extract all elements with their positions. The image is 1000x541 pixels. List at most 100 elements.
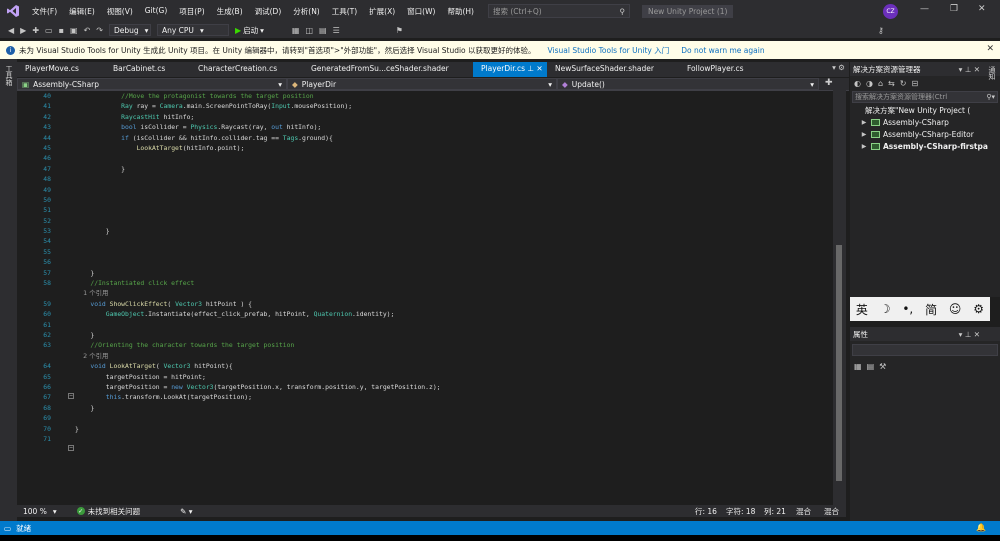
project-node[interactable]: ▶ Assembly-CSharp [850,116,1000,128]
property-pages-icon[interactable]: ⚒ [879,362,886,371]
minimize-icon[interactable]: — [920,4,929,14]
start-button[interactable]: ▶ 启动 ▾ [235,25,264,36]
tab-label: PlayerDir.cs [481,64,526,73]
menu-item[interactable]: 编辑(E) [63,6,101,17]
menu-item[interactable]: 工具(T) [326,6,363,17]
solution-explorer-title: 解决方案资源管理器 [853,64,921,74]
back-icon[interactable]: ◀ [8,26,14,35]
menu-item[interactable]: 调试(D) [249,6,288,17]
code-line: } [75,164,126,173]
tab-close-icon[interactable]: ⊥ ✕ [525,64,542,73]
expand-arrow-icon[interactable]: ▶ [860,119,868,126]
menu-item[interactable]: Git(G) [139,6,174,17]
solution-search-input[interactable]: 搜索解决方案资源管理器(Ctrl ⚲▾ [852,91,998,103]
codelens-reference[interactable]: 1 个引用 [75,288,833,298]
maximize-icon[interactable]: ❐ [950,4,958,14]
editor-scrollbar[interactable] [833,79,846,505]
ime-button[interactable]: •, [902,302,913,316]
close-icon[interactable]: ✕ [986,44,994,54]
project-select[interactable]: ▣ Assembly-CSharp ▾ [17,78,287,90]
open-folder-icon[interactable]: ▭ [45,26,53,35]
avatar[interactable]: CZ [883,4,898,19]
ime-button[interactable]: ⚙ [973,302,984,316]
save-all-icon[interactable]: ▣ [70,26,78,35]
menu-item[interactable]: 扩展(X) [363,6,401,17]
redo-icon[interactable]: ↷ [96,26,103,35]
home-icon[interactable]: ⌂ [878,79,883,88]
collapse-icon[interactable]: − [68,393,74,399]
panel-pin-icon[interactable]: ▾ ⊥ ✕ [959,330,1000,339]
menu-item[interactable]: 帮助(H) [441,6,480,17]
toolbar-icon-c[interactable]: ▤ [319,26,327,35]
menu-item[interactable]: 窗口(W) [401,6,441,17]
line-ending[interactable]: 混合 [824,506,839,517]
solution-explorer-toolbar: ◐ ◑ ⌂ ⇆ ↻ ⊟ [850,76,1000,90]
project-node[interactable]: ▶ Assembly-CSharp-Editor [850,128,1000,140]
tab-charactercreation-cs[interactable]: CharacterCreation.cs [190,62,303,77]
toolbox-tab[interactable]: 工具箱 [4,65,14,86]
toolbar-icon-a[interactable]: ▦ [292,26,300,35]
notifications-tab[interactable]: 通知 [987,66,997,80]
menu-item[interactable]: 生成(B) [211,6,249,17]
member-select[interactable]: ◆ Update() ▾ [557,78,819,90]
code-line: } [75,268,95,277]
tabs-mode[interactable]: 混合 [796,506,811,517]
class-select[interactable]: ◆ PlayerDir ▾ [287,78,557,90]
platform-select[interactable]: Any CPU ▾ [156,24,229,36]
codelens-reference[interactable]: 2 个引用 [75,351,833,361]
tab-barcabinet-cs[interactable]: BarCabinet.cs [105,62,190,77]
menu-item[interactable]: 项目(P) [173,6,210,17]
bookmark-icon[interactable]: ⚑ [396,26,403,35]
categorized-icon[interactable]: ▦ [854,362,862,371]
solution-node[interactable]: 解决方案"New Unity Project ( [850,104,1000,116]
toolbar-icon-d[interactable]: ☰ [333,26,340,35]
live-share-icon[interactable]: ⚷ [878,26,884,35]
tab-generatedfromsu-ceshader-shader[interactable]: GeneratedFromSu...ceShader.shader [303,62,473,77]
line-number: 56 [43,258,51,267]
config-select[interactable]: Debug ▾ [108,24,151,36]
properties-object-select[interactable] [852,344,998,356]
tab-playermove-cs[interactable]: PlayerMove.cs [17,62,105,77]
info-icon: i [6,45,15,55]
collapse-all-icon[interactable]: ⊟ [911,79,918,88]
alphabetical-icon[interactable]: ▤ [867,362,875,371]
split-add-icon[interactable]: ✚ [819,78,833,90]
menu-item[interactable]: 文件(F) [26,6,63,17]
zoom-level[interactable]: 100 % [17,507,53,516]
code-area[interactable]: //Move the protagonist towards the targe… [75,91,833,444]
ime-button[interactable]: 英 [856,301,868,318]
back-icon[interactable]: ◐ [854,79,861,88]
sync-icon[interactable]: ⇆ [888,79,895,88]
new-project-icon[interactable]: ✚ [32,26,39,35]
scrollbar-thumb[interactable] [836,245,842,481]
tab-followplayer-cs[interactable]: FollowPlayer.cs [679,62,789,77]
info-link-dont-warn[interactable]: Do not warn me again [681,46,764,55]
search-input[interactable]: 搜索 (Ctrl+Q) ⚲ [487,4,630,18]
undo-icon[interactable]: ↶ [84,26,91,35]
save-icon[interactable]: ▪ [59,26,64,35]
chevron-down-icon[interactable]: ▾ [53,507,57,516]
ime-button[interactable]: ☽ [880,302,891,316]
project-node[interactable]: ▶ Assembly-CSharp-firstpa [850,140,1000,152]
toolbar-icon-b[interactable]: ◫ [305,26,313,35]
forward-icon[interactable]: ◑ [866,79,873,88]
notification-bell-icon[interactable]: 🔔 [976,523,986,532]
expand-arrow-icon[interactable]: ▶ [860,143,868,150]
tab-list-icon[interactable]: ▾ ⚙ [832,63,845,72]
brush-icon[interactable]: ✎ ▾ [180,507,192,516]
refresh-icon[interactable]: ↻ [900,79,907,88]
menu-item[interactable]: 分析(N) [287,6,325,17]
tab-playerdir-cs[interactable]: PlayerDir.cs ⊥ ✕ [473,62,547,77]
menu-item[interactable]: 视图(V) [101,6,139,17]
ime-button[interactable]: ☺ [949,302,962,316]
issues-indicator[interactable]: ✓ 未找到相关问题 [76,506,140,517]
code-editor[interactable]: 40 41 42 43 44 45 46 47 48 49 50 51 52 53 54 55 56 57 58 59… [17,91,833,505]
ime-button[interactable]: 简 [925,301,937,318]
close-icon[interactable]: ✕ [978,4,986,14]
forward-icon[interactable]: ▶ [20,26,26,35]
expand-arrow-icon[interactable]: ▶ [860,131,868,138]
tab-newsurfaceshader-shader[interactable]: NewSurfaceShader.shader [547,62,679,77]
info-link-getting-started[interactable]: Visual Studio Tools for Unity 入门 [548,45,670,56]
collapse-icon[interactable]: − [68,445,74,451]
